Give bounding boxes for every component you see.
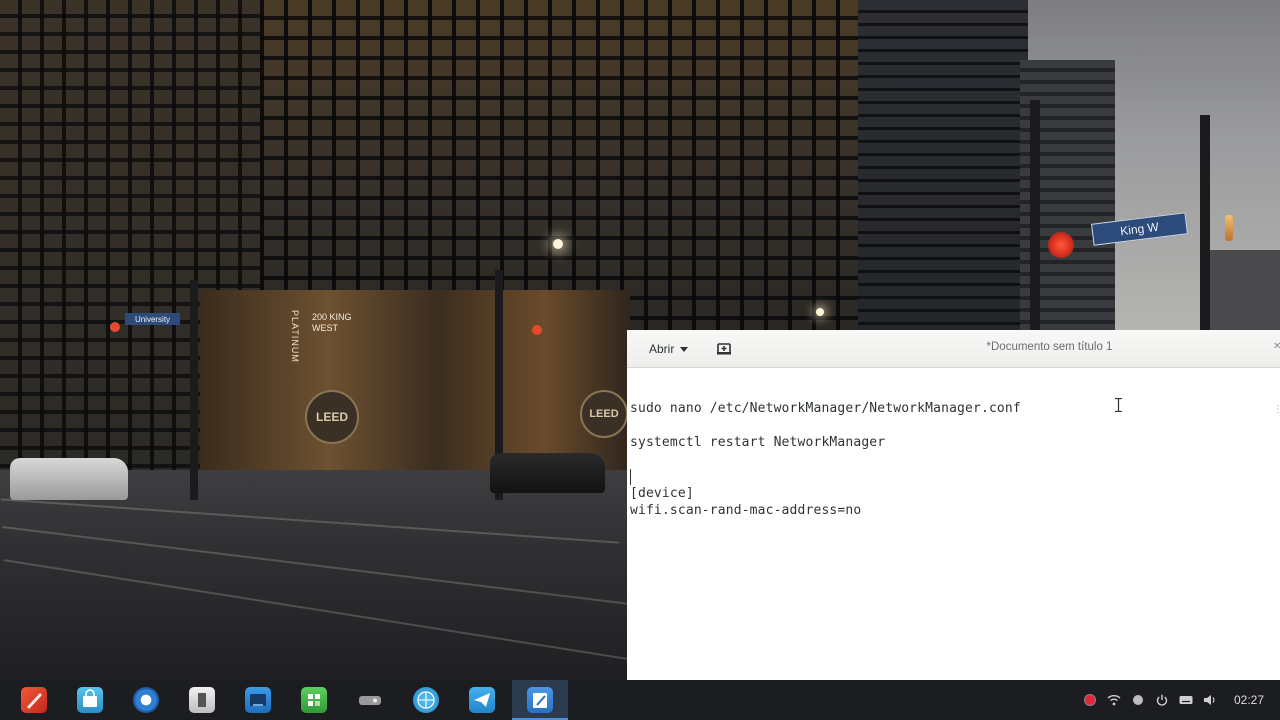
street-pole xyxy=(190,280,198,500)
launcher-icon xyxy=(21,687,47,713)
system-tray: 02:27 xyxy=(1078,680,1280,720)
storefront-text: 200 KING WEST xyxy=(312,312,352,333)
taskbar-app-spreadsheet[interactable] xyxy=(286,680,342,720)
wallpaper-building xyxy=(1200,250,1280,340)
road-line xyxy=(3,559,647,663)
taskbar-app-media[interactable] xyxy=(342,680,398,720)
taskbar-app-terminal[interactable] xyxy=(230,680,286,720)
taskbar: 02:27 xyxy=(0,680,1280,720)
editor-header-bar: Abrir *Documento sem título 1 ✕ xyxy=(627,330,1280,368)
file-manager-icon xyxy=(189,687,215,713)
text-editor-window: Abrir *Documento sem título 1 ✕ sudo nan… xyxy=(627,330,1280,680)
leed-badge: LEED xyxy=(305,390,359,444)
leed-badge: LEED xyxy=(580,390,628,438)
taskbar-app-browser[interactable] xyxy=(118,680,174,720)
street-pole xyxy=(1030,100,1040,340)
spreadsheet-icon xyxy=(301,687,327,713)
text-editor-icon xyxy=(527,687,553,713)
network-icon[interactable] xyxy=(1126,680,1150,720)
document-title: *Documento sem título 1 xyxy=(986,341,1113,353)
taskbar-app-files[interactable] xyxy=(174,680,230,720)
wallpaper-street xyxy=(0,470,647,680)
car xyxy=(490,453,605,493)
web-icon xyxy=(413,687,439,713)
text-cursor xyxy=(630,469,631,485)
street-sign: University xyxy=(125,313,180,325)
record-icon[interactable] xyxy=(1078,680,1102,720)
overflow-indicator-icon: ⋮ xyxy=(1273,404,1280,415)
street-lamp xyxy=(553,239,563,249)
taskbar-app-telegram[interactable] xyxy=(454,680,510,720)
code-line: sudo nano /etc/NetworkManager/NetworkMan… xyxy=(630,401,1021,416)
code-line: wifi.scan-rand-mac-address=no xyxy=(630,503,862,518)
terminal-icon xyxy=(245,687,271,713)
taskbar-app-launcher[interactable] xyxy=(6,680,62,720)
power-icon[interactable] xyxy=(1150,680,1174,720)
taskbar-app-web[interactable] xyxy=(398,680,454,720)
ibeam-cursor-icon xyxy=(1115,398,1122,412)
traffic-light xyxy=(110,322,120,332)
code-line: [device] xyxy=(630,486,694,501)
code-line: systemctl restart NetworkManager xyxy=(630,435,886,450)
wallpaper-building xyxy=(240,0,860,330)
browser-icon xyxy=(133,687,159,713)
close-icon[interactable]: ✕ xyxy=(1273,341,1280,352)
taskbar-app-store[interactable] xyxy=(62,680,118,720)
wifi-icon[interactable] xyxy=(1102,680,1126,720)
car xyxy=(10,458,128,500)
traffic-light xyxy=(1048,232,1074,258)
store-icon xyxy=(77,687,103,713)
keyboard-icon[interactable] xyxy=(1174,680,1198,720)
street-pole xyxy=(1200,115,1210,340)
brand-text: PLATINUM xyxy=(290,310,300,363)
wallpaper-storefront: PLATINUM 200 KING WEST LEED LEED xyxy=(200,290,630,470)
media-icon xyxy=(357,687,383,713)
tower-light xyxy=(1225,215,1233,241)
text-editing-area[interactable]: sudo nano /etc/NetworkManager/NetworkMan… xyxy=(627,368,1280,680)
taskbar-app-text-editor[interactable] xyxy=(512,680,568,720)
telegram-icon xyxy=(469,687,495,713)
street-lamp xyxy=(816,308,824,316)
clock[interactable]: 02:27 xyxy=(1234,693,1264,707)
traffic-light xyxy=(532,325,542,335)
wallpaper-building xyxy=(858,0,1028,340)
volume-icon[interactable] xyxy=(1198,680,1222,720)
